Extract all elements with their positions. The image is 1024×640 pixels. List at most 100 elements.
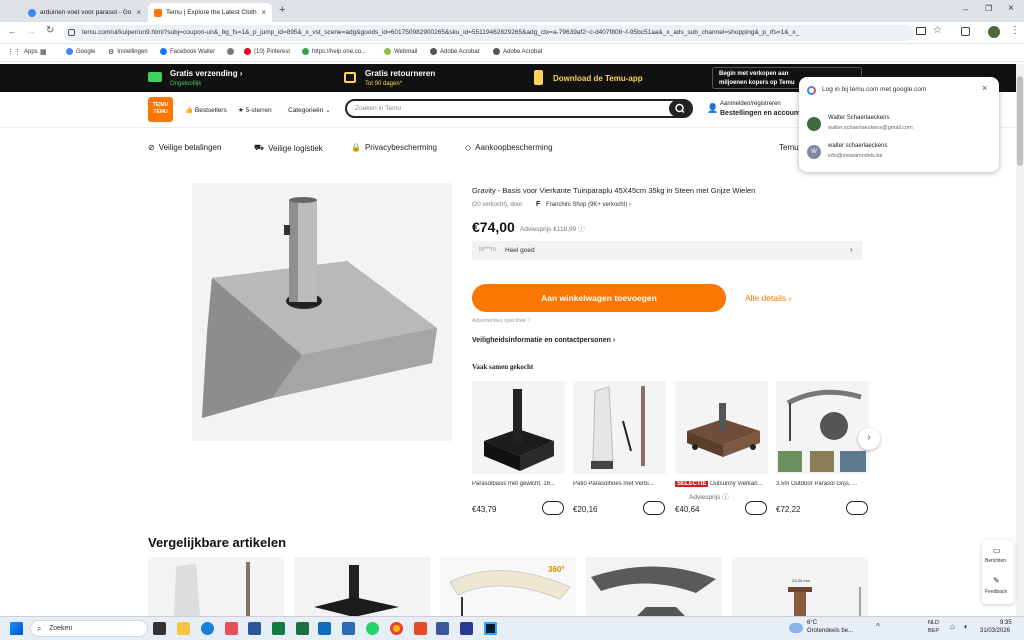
close-icon[interactable]: ×: [982, 83, 987, 93]
back-icon[interactable]: ←: [8, 26, 17, 36]
similar-item-card[interactable]: [148, 557, 284, 617]
temu-logo[interactable]: TE|MU TEMU: [148, 97, 173, 122]
trust-purchase[interactable]: ◇ Aankoopbescherming: [465, 143, 553, 152]
ads-note[interactable]: Advertenties specifiekⓘ: [472, 316, 531, 324]
bookmark-webmail[interactable]: Webmail: [384, 48, 417, 55]
chrome-icon[interactable]: [390, 622, 403, 635]
add-to-cart-icon[interactable]: [745, 501, 767, 515]
forward-icon[interactable]: →: [27, 26, 36, 36]
account-option-1[interactable]: Walter Schaerlaeckens walter.schaerlaeck…: [799, 110, 999, 138]
extensions-icon[interactable]: [961, 27, 970, 36]
product-card-label[interactable]: Parasolbasis met gewicht, 16...: [472, 481, 567, 487]
browser-tab-google[interactable]: arduinen voet voor parasol - Go ×: [22, 3, 147, 22]
url-field[interactable]: temu.com/ul/kuiper/un9.html?subj=coupon-…: [64, 25, 914, 41]
minimize-icon[interactable]: –: [963, 4, 968, 14]
product-card-image[interactable]: [573, 381, 666, 474]
taskbar-search[interactable]: ⌕ Zoeken: [30, 620, 148, 637]
edge-icon[interactable]: [201, 622, 214, 635]
keyboard-label[interactable]: BEP: [928, 628, 939, 634]
volume-icon[interactable]: ◖: [963, 622, 968, 631]
trust-logistics[interactable]: ⛟ Veilige logistiek: [254, 143, 323, 153]
copilot-icon[interactable]: [225, 622, 238, 635]
bookmark-settings[interactable]: ⚙ Instellingen: [108, 48, 148, 56]
product-card-label[interactable]: SELECTIE Outsunny Vierkan...: [675, 481, 770, 487]
product-card-image[interactable]: [675, 381, 768, 474]
task-view-icon[interactable]: [153, 622, 166, 635]
product-card-label[interactable]: Patio Parasolhoes met Verbi...: [573, 481, 668, 487]
product-image[interactable]: [192, 183, 452, 441]
product-card-image[interactable]: [776, 381, 869, 474]
browser-tab-temu[interactable]: Temu | Explore the Latest Cloth ×: [148, 3, 272, 22]
page-scrollbar[interactable]: [1016, 64, 1024, 616]
language-label[interactable]: NLD: [928, 620, 939, 626]
excel-icon[interactable]: [296, 622, 309, 635]
bookmark-acrobat-1[interactable]: Adobe Acrobat: [430, 48, 479, 55]
whatsapp-icon[interactable]: [366, 622, 379, 635]
maximize-icon[interactable]: ❐: [985, 4, 992, 13]
add-to-cart-button[interactable]: Aan winkelwagen toevoegen: [472, 284, 726, 312]
nav-bestsellers[interactable]: 👍 Bestsellers: [185, 106, 227, 114]
window-close-icon[interactable]: ×: [1008, 3, 1014, 14]
nav-categories[interactable]: Categorieën ⌄: [288, 106, 331, 114]
account-orders[interactable]: Bestellingen en account: [720, 110, 801, 117]
scrollbar-thumb[interactable]: [1017, 76, 1023, 166]
trust-payments[interactable]: ⊘ Veilige betalingen: [148, 143, 221, 152]
all-details-link[interactable]: Alle details ›: [745, 293, 791, 303]
similar-item-card[interactable]: [586, 557, 722, 617]
file-explorer-icon[interactable]: [177, 622, 190, 635]
similar-item-card[interactable]: 360°: [440, 557, 576, 617]
bookmark-facebook[interactable]: Facebook Walter: [160, 48, 215, 55]
reload-icon[interactable]: ↻: [46, 25, 54, 36]
add-to-cart-icon[interactable]: [542, 501, 564, 515]
word-icon[interactable]: [414, 622, 427, 635]
safety-info-link[interactable]: Veiligheidsinformatie en contactpersonen…: [472, 337, 615, 344]
shop-link[interactable]: Franchini Shop (9K+ verkocht) ›: [546, 202, 631, 208]
weather-text[interactable]: Grotendeels be...: [807, 628, 853, 634]
similar-item-card[interactable]: 23-30 mm: [732, 557, 868, 617]
clock-time[interactable]: 9:35: [1000, 620, 1012, 626]
search-input[interactable]: Zoeken in Temu: [345, 99, 693, 118]
weather-temp[interactable]: 6°C: [807, 620, 817, 626]
download-app-link[interactable]: Download de Temu-app: [553, 74, 643, 83]
bookmark-star-icon[interactable]: ☆: [933, 25, 942, 36]
add-to-cart-icon[interactable]: [643, 501, 665, 515]
new-tab-icon[interactable]: +: [279, 4, 285, 16]
close-tab-icon[interactable]: ×: [136, 8, 141, 17]
product-card-label[interactable]: 3.5m Outdoor Parasol Grijs, ...: [776, 481, 871, 487]
similar-item-card[interactable]: [294, 557, 430, 617]
store-icon[interactable]: [248, 622, 261, 635]
close-tab-icon[interactable]: ×: [261, 8, 266, 17]
app-icon[interactable]: [436, 622, 449, 635]
nav-five-stars[interactable]: ★ 5-sterren: [238, 106, 272, 114]
free-shipping-title[interactable]: Gratis verzending ›: [170, 69, 242, 78]
bookmark-help[interactable]: https://help.one.co...: [302, 48, 366, 55]
tray-chevron-icon[interactable]: ^: [876, 622, 880, 631]
bookmark-globe[interactable]: [227, 48, 234, 55]
photoshop-icon[interactable]: [484, 622, 497, 635]
search-button[interactable]: [669, 100, 691, 117]
lightroom-icon[interactable]: [460, 622, 473, 635]
xbox-icon[interactable]: [272, 622, 285, 635]
account-signin[interactable]: Aanmelden/registreren: [720, 101, 781, 107]
outlook-icon[interactable]: [318, 622, 331, 635]
messages-button[interactable]: Berichten: [985, 558, 1006, 564]
bookmark-pinterest[interactable]: (10) Pinterest: [244, 48, 290, 55]
profile-avatar[interactable]: [988, 26, 1000, 38]
free-returns-title[interactable]: Gratis retourneren: [365, 69, 435, 78]
cast-icon[interactable]: [916, 27, 926, 35]
network-icon[interactable]: ⌂: [950, 622, 955, 631]
add-to-cart-icon[interactable]: [846, 501, 868, 515]
bookmark-apps[interactable]: ⋮⋮ Apps: [7, 48, 38, 56]
mail-icon[interactable]: [342, 622, 355, 635]
carousel-next-button[interactable]: ›: [858, 428, 880, 450]
account-option-2[interactable]: W walter schaerlaeckens info@mowamodels.…: [799, 138, 999, 166]
feedback-button[interactable]: Feedback: [985, 589, 1007, 595]
windows-start-icon[interactable]: [10, 622, 23, 635]
menu-icon[interactable]: ⋮: [1010, 25, 1020, 36]
review-row[interactable]: M***m Heel goed ›: [472, 241, 862, 260]
bookmark-acrobat-2[interactable]: Adobe Acrobat: [493, 48, 542, 55]
bookmark-google[interactable]: Google: [66, 48, 95, 55]
clock-date[interactable]: 31/03/2026: [980, 628, 1010, 634]
product-card-image[interactable]: [472, 381, 565, 474]
site-info-icon[interactable]: [68, 29, 75, 36]
